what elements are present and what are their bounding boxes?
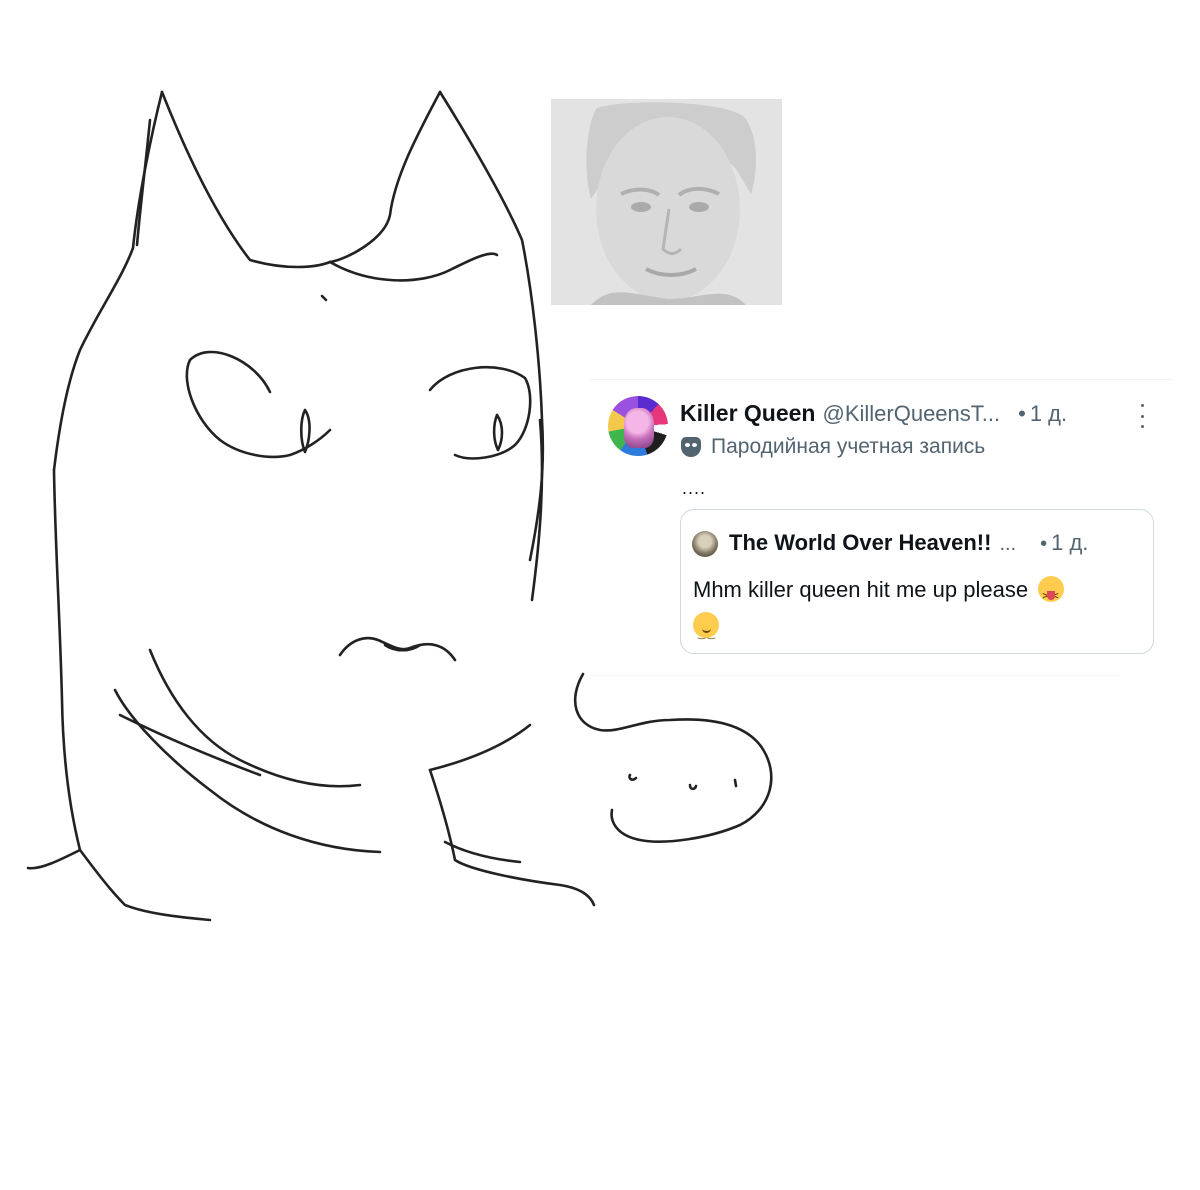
theater-mask-icon xyxy=(681,437,701,457)
portrait-photo xyxy=(551,99,782,305)
squinting-face-with-tongue-emoji-icon xyxy=(1038,576,1065,615)
quoted-author-ellipsis: ... xyxy=(999,533,1017,555)
parody-label: Пародийная учетная запись xyxy=(681,435,985,459)
post-header: Killer Queen @KillerQueensT... • 1 д. xyxy=(680,400,1067,428)
quoted-user-avatar[interactable] xyxy=(692,531,718,557)
quoted-post-card[interactable]: The World Over Heaven!! ... • 1 д. Mhm k… xyxy=(680,509,1154,654)
user-avatar[interactable] xyxy=(608,396,668,456)
post-time[interactable]: 1 д. xyxy=(1030,401,1067,427)
quoted-author-name[interactable]: The World Over Heaven!! xyxy=(729,530,991,556)
quoted-post-header: The World Over Heaven!! ... • 1 д. xyxy=(729,530,1088,556)
author-name[interactable]: Killer Queen xyxy=(680,400,815,427)
parody-label-text: Пародийная учетная запись xyxy=(711,435,986,458)
quoted-post-text: Mhm killer queen hit me up please xyxy=(693,577,1029,602)
post-divider xyxy=(590,675,1120,676)
author-handle[interactable]: @KillerQueensT... xyxy=(822,401,1000,427)
more-vertical-icon[interactable] xyxy=(1138,404,1146,428)
quoted-separator-dot: • xyxy=(1040,533,1048,555)
separator-dot: • xyxy=(1018,401,1026,426)
quoted-post-text-block: Mhm killer queen hit me up please xyxy=(693,572,1145,652)
post-text: .... xyxy=(682,478,707,498)
quoted-post-time[interactable]: 1 д. xyxy=(1051,530,1088,556)
smirking-face-emoji-icon xyxy=(693,612,719,652)
